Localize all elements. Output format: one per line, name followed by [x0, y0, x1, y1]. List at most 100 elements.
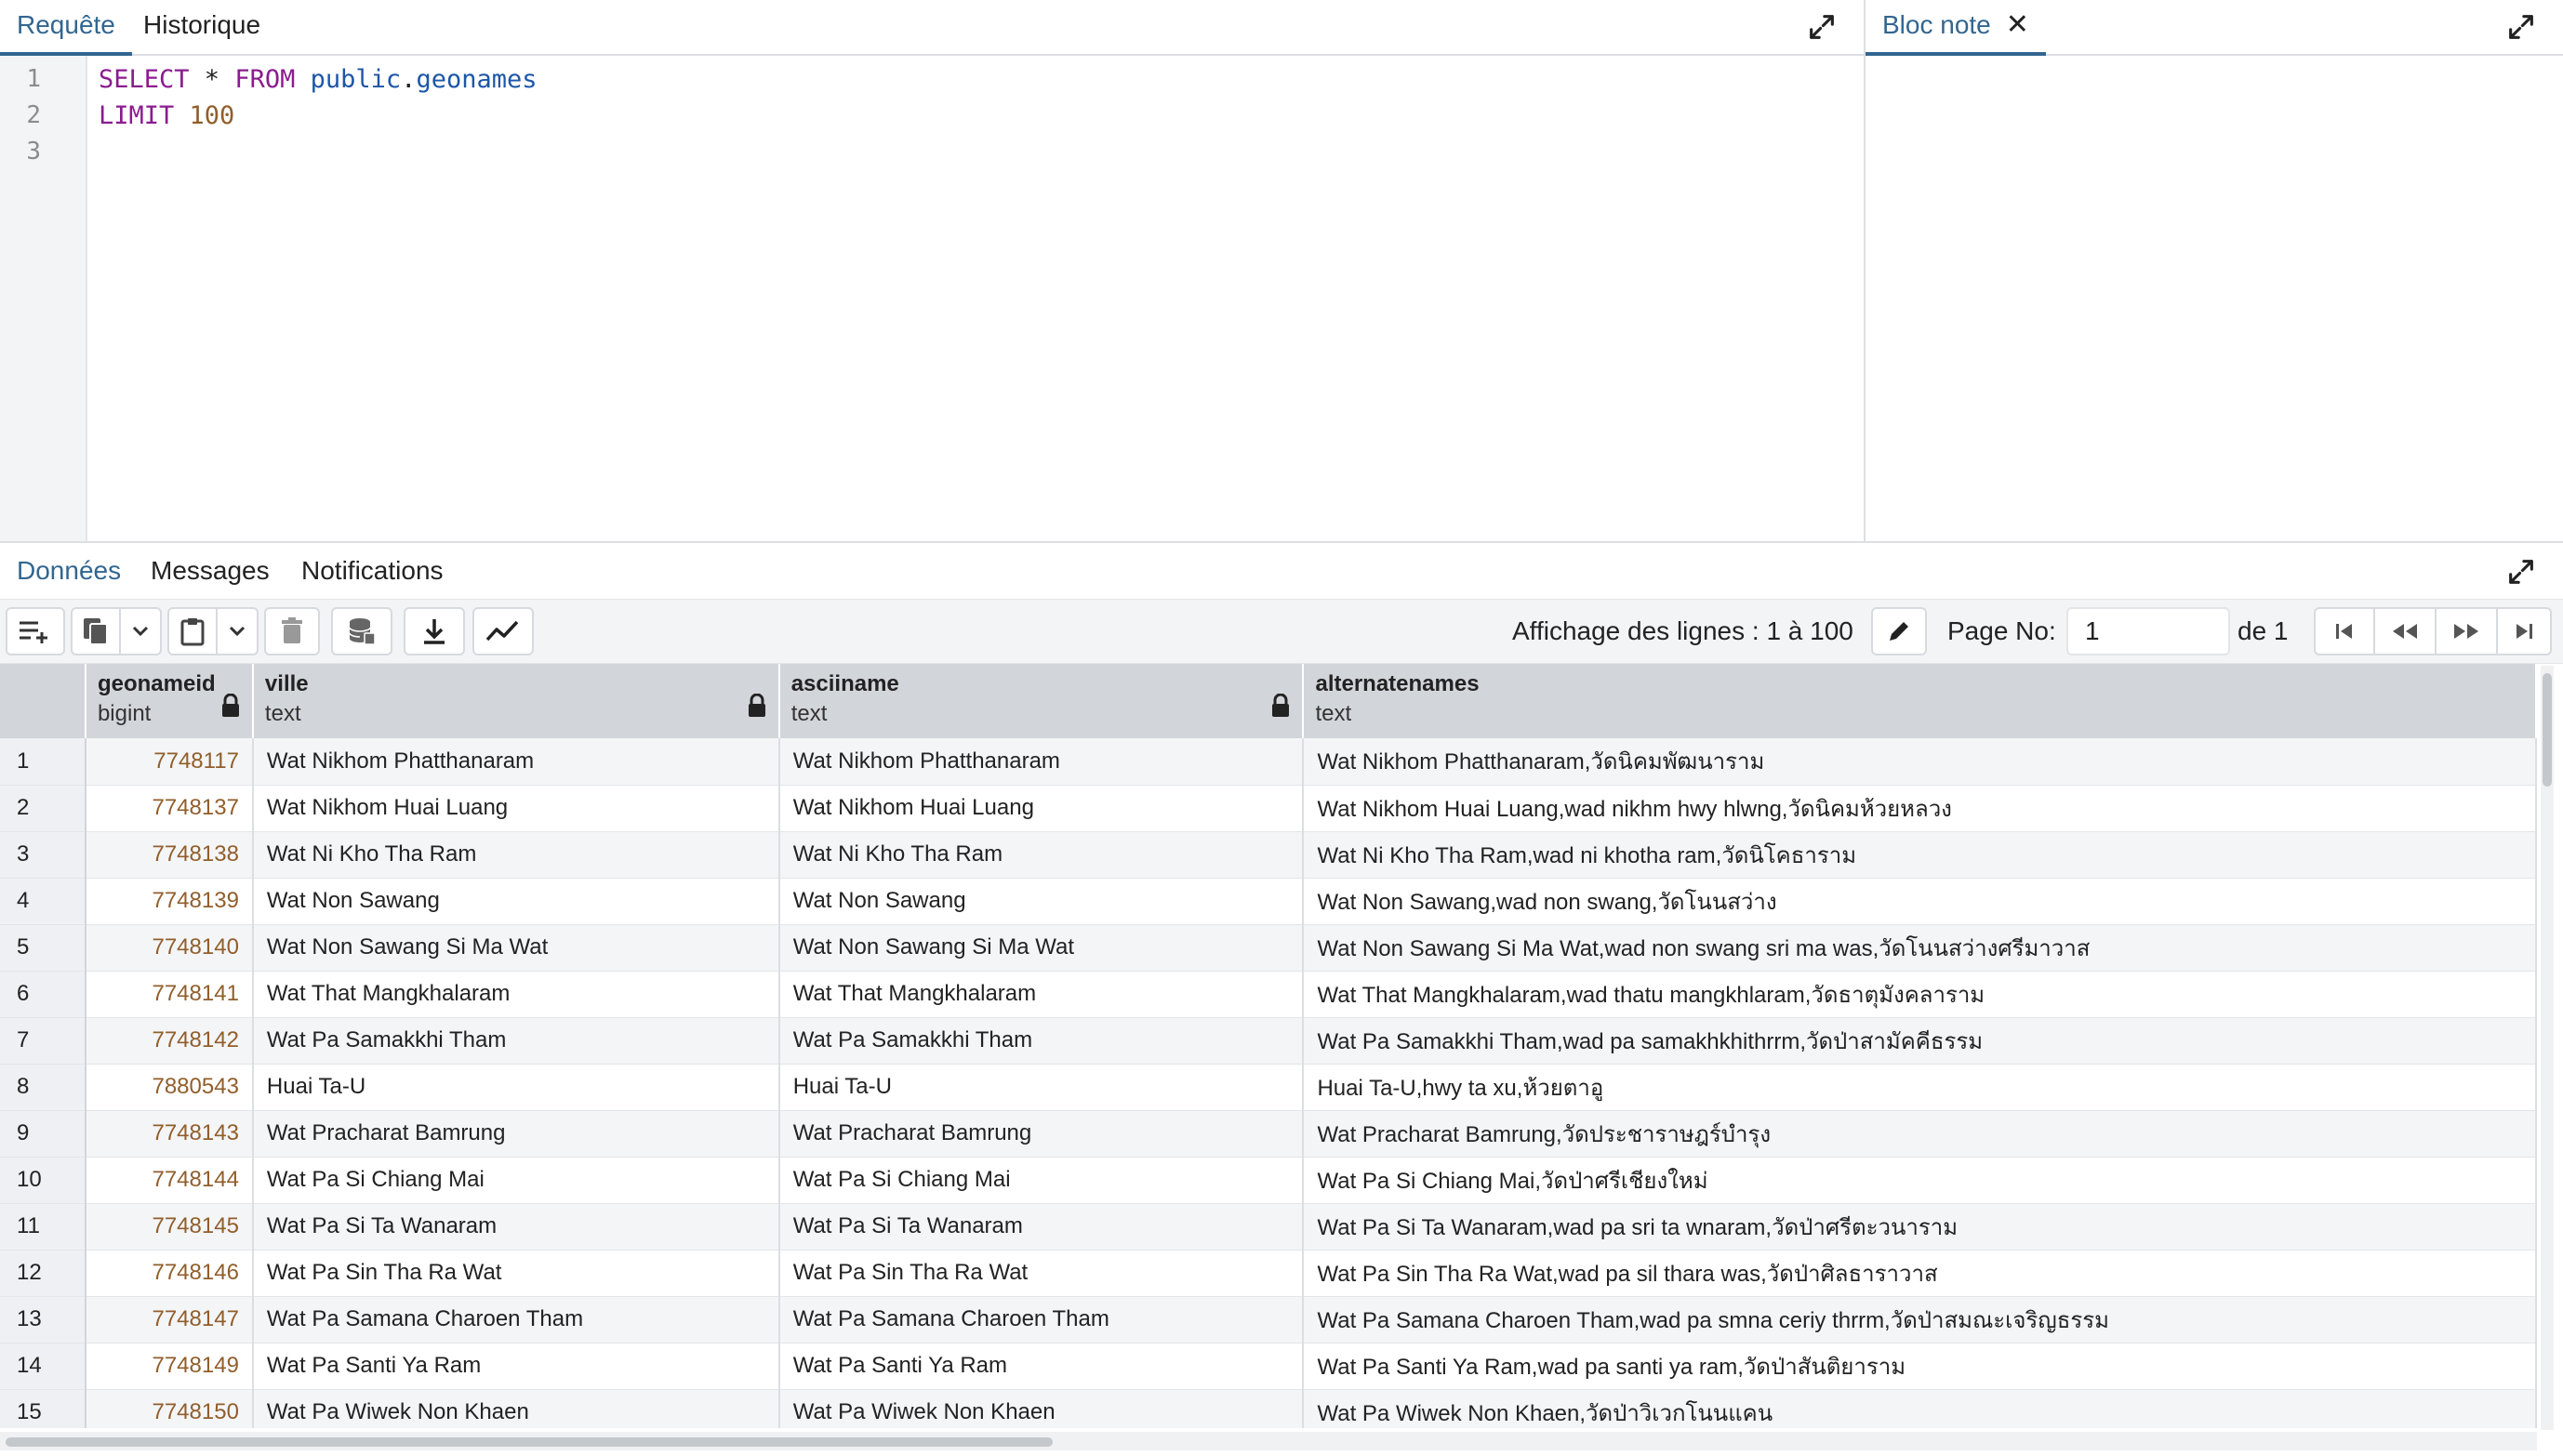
table-row[interactable]: 14 7748149 Wat Pa Santi Ya Ram Wat Pa Santi…: [0, 1343, 2537, 1390]
cell-geonameid[interactable]: 7748143: [85, 1110, 254, 1158]
cell-alternatenames[interactable]: Wat Pa Wiwek Non Khaen,วัดป่าวิเวกโนนแคน: [1303, 1389, 2537, 1428]
cell-alternatenames[interactable]: Wat Non Sawang Si Ma Wat,wad non swang s…: [1303, 924, 2537, 972]
row-number-header[interactable]: [0, 664, 86, 738]
row-number-cell[interactable]: 3: [0, 831, 86, 879]
table-row[interactable]: 15 7748150 Wat Pa Wiwek Non Khaen Wat Pa Wi…: [0, 1389, 2537, 1428]
cell-asciiname[interactable]: Wat Pa Samana Charoen Tham: [778, 1296, 1305, 1343]
data-grid[interactable]: geonameid bigint ville text asciiname te…: [0, 664, 2537, 1428]
row-number-cell[interactable]: 9: [0, 1110, 86, 1158]
cell-ville[interactable]: Wat Pa Sin Tha Ra Wat: [252, 1250, 780, 1297]
table-row[interactable]: 2 7748137 Wat Nikhom Huai Luang Wat Nikhom …: [0, 785, 2537, 832]
cell-alternatenames[interactable]: Wat Pa Samakkhi Tham,wad pa samakhkhithr…: [1303, 1017, 2537, 1065]
column-header-asciiname[interactable]: asciiname text: [778, 664, 1305, 738]
cell-alternatenames[interactable]: Wat Ni Kho Tha Ram,wad ni khotha ram,วัด…: [1303, 831, 2537, 879]
code-line-1[interactable]: SELECT * FROM public.geonames: [99, 65, 537, 94]
cell-geonameid[interactable]: 7748117: [85, 738, 254, 786]
cell-ville[interactable]: Wat Non Sawang: [252, 878, 780, 925]
cell-ville[interactable]: Wat Nikhom Phatthanaram: [252, 738, 780, 786]
cell-ville[interactable]: Wat Pa Wiwek Non Khaen: [252, 1389, 780, 1428]
paste-options-dropdown[interactable]: [218, 607, 259, 655]
table-row[interactable]: 3 7748138 Wat Ni Kho Tha Ram Wat Ni Kho Tha…: [0, 831, 2537, 879]
row-number-cell[interactable]: 4: [0, 878, 86, 925]
cell-ville[interactable]: Wat Ni Kho Tha Ram: [252, 831, 780, 879]
cell-asciiname[interactable]: Wat Pa Santi Ya Ram: [778, 1343, 1305, 1390]
cell-asciiname[interactable]: Wat Pa Si Ta Wanaram: [778, 1203, 1305, 1251]
cell-asciiname[interactable]: Wat Nikhom Phatthanaram: [778, 738, 1305, 786]
cell-ville[interactable]: Wat Pracharat Bamrung: [252, 1110, 780, 1158]
cell-alternatenames[interactable]: Wat Pa Santi Ya Ram,wad pa santi ya ram,…: [1303, 1343, 2537, 1390]
tab-historique[interactable]: Historique: [126, 0, 277, 52]
row-number-cell[interactable]: 12: [0, 1250, 86, 1297]
cell-ville[interactable]: Wat Pa Si Ta Wanaram: [252, 1203, 780, 1251]
cell-geonameid[interactable]: 7748150: [85, 1389, 254, 1428]
cell-asciiname[interactable]: Wat Pa Samakkhi Tham: [778, 1017, 1305, 1065]
cell-asciiname[interactable]: Wat Ni Kho Tha Ram: [778, 831, 1305, 879]
row-number-cell[interactable]: 10: [0, 1157, 86, 1204]
column-header-ville[interactable]: ville text: [252, 664, 780, 738]
graph-visualiser-button[interactable]: [472, 607, 534, 655]
cell-geonameid[interactable]: 7748145: [85, 1203, 254, 1251]
tab-notifications[interactable]: Notifications: [285, 543, 460, 595]
cell-alternatenames[interactable]: Wat Non Sawang,wad non swang,วัดโนนสว่าง: [1303, 878, 2537, 925]
table-row[interactable]: 11 7748145 Wat Pa Si Ta Wanaram Wat Pa Si T…: [0, 1203, 2537, 1251]
add-row-button[interactable]: [6, 607, 65, 655]
table-row[interactable]: 13 7748147 Wat Pa Samana Charoen Tham Wat P…: [0, 1296, 2537, 1343]
save-data-button[interactable]: [331, 607, 392, 655]
cell-geonameid[interactable]: 7748144: [85, 1157, 254, 1204]
column-header-geonameid[interactable]: geonameid bigint: [85, 664, 254, 738]
cell-ville[interactable]: Wat Pa Si Chiang Mai: [252, 1157, 780, 1204]
column-header-alternatenames[interactable]: alternatenames text: [1303, 664, 2537, 738]
expand-icon[interactable]: [1806, 11, 1838, 43]
table-row[interactable]: 6 7748141 Wat That Mangkhalaram Wat That Ma…: [0, 971, 2537, 1018]
cell-alternatenames[interactable]: Wat Pa Samana Charoen Tham,wad pa smna c…: [1303, 1296, 2537, 1343]
cell-geonameid[interactable]: 7748140: [85, 924, 254, 972]
vertical-scrollbar-thumb[interactable]: [2543, 673, 2552, 787]
tab-requete[interactable]: Requête: [0, 0, 132, 56]
code-line-2[interactable]: LIMIT 100: [99, 101, 234, 130]
close-icon[interactable]: ✕: [2006, 0, 2029, 50]
row-number-cell[interactable]: 1: [0, 738, 86, 786]
row-number-cell[interactable]: 13: [0, 1296, 86, 1343]
table-row[interactable]: 4 7748139 Wat Non Sawang Wat Non Sawang Wat …: [0, 878, 2537, 925]
last-page-button[interactable]: [2498, 607, 2552, 655]
expand-icon[interactable]: [2505, 11, 2537, 43]
cell-geonameid[interactable]: 7880543: [85, 1064, 254, 1111]
edit-row-range-button[interactable]: [1871, 607, 1927, 655]
cell-ville[interactable]: Wat Pa Santi Ya Ram: [252, 1343, 780, 1390]
cell-ville[interactable]: Huai Ta-U: [252, 1064, 780, 1111]
tab-messages[interactable]: Messages: [134, 543, 286, 595]
cell-geonameid[interactable]: 7748138: [85, 831, 254, 879]
cell-asciiname[interactable]: Wat That Mangkhalaram: [778, 971, 1305, 1018]
next-page-button[interactable]: [2437, 607, 2498, 655]
cell-ville[interactable]: Wat Pa Samana Charoen Tham: [252, 1296, 780, 1343]
cell-alternatenames[interactable]: Wat That Mangkhalaram,wad thatu mangkhla…: [1303, 971, 2537, 1018]
cell-geonameid[interactable]: 7748147: [85, 1296, 254, 1343]
cell-geonameid[interactable]: 7748137: [85, 785, 254, 832]
copy-options-dropdown[interactable]: [121, 607, 162, 655]
table-row[interactable]: 5 7748140 Wat Non Sawang Si Ma Wat Wat Non …: [0, 924, 2537, 972]
cell-alternatenames[interactable]: Wat Nikhom Phatthanaram,วัดนิคมพัฒนาราม: [1303, 738, 2537, 786]
row-number-cell[interactable]: 6: [0, 971, 86, 1018]
cell-ville[interactable]: Wat Non Sawang Si Ma Wat: [252, 924, 780, 972]
cell-alternatenames[interactable]: Wat Pa Sin Tha Ra Wat,wad pa sil thara w…: [1303, 1250, 2537, 1297]
table-row[interactable]: 10 7748144 Wat Pa Si Chiang Mai Wat Pa Si C…: [0, 1157, 2537, 1204]
cell-asciiname[interactable]: Wat Nikhom Huai Luang: [778, 785, 1305, 832]
row-number-cell[interactable]: 11: [0, 1203, 86, 1251]
cell-asciiname[interactable]: Wat Pa Sin Tha Ra Wat: [778, 1250, 1305, 1297]
cell-geonameid[interactable]: 7748139: [85, 878, 254, 925]
row-number-cell[interactable]: 8: [0, 1064, 86, 1111]
cell-alternatenames[interactable]: Wat Pracharat Bamrung,วัดประชาราษฎร์บำรุ…: [1303, 1110, 2537, 1158]
cell-geonameid[interactable]: 7748142: [85, 1017, 254, 1065]
delete-row-button[interactable]: [264, 607, 320, 655]
cell-geonameid[interactable]: 7748146: [85, 1250, 254, 1297]
tab-donnees[interactable]: Données: [0, 543, 138, 595]
cell-alternatenames[interactable]: Huai Ta-U,hwy ta xu,ห้วยตาอู: [1303, 1064, 2537, 1111]
cell-asciiname[interactable]: Huai Ta-U: [778, 1064, 1305, 1111]
cell-alternatenames[interactable]: Wat Pa Si Ta Wanaram,wad pa sri ta wnara…: [1303, 1203, 2537, 1251]
row-number-cell[interactable]: 15: [0, 1389, 86, 1428]
row-number-cell[interactable]: 5: [0, 924, 86, 972]
cell-alternatenames[interactable]: Wat Nikhom Huai Luang,wad nikhm hwy hlwn…: [1303, 785, 2537, 832]
cell-asciiname[interactable]: Wat Pracharat Bamrung: [778, 1110, 1305, 1158]
table-row[interactable]: 7 7748142 Wat Pa Samakkhi Tham Wat Pa Samak…: [0, 1017, 2537, 1065]
table-row[interactable]: 8 7880543 Huai Ta-U Huai Ta-U Huai Ta-U,hwy …: [0, 1064, 2537, 1111]
